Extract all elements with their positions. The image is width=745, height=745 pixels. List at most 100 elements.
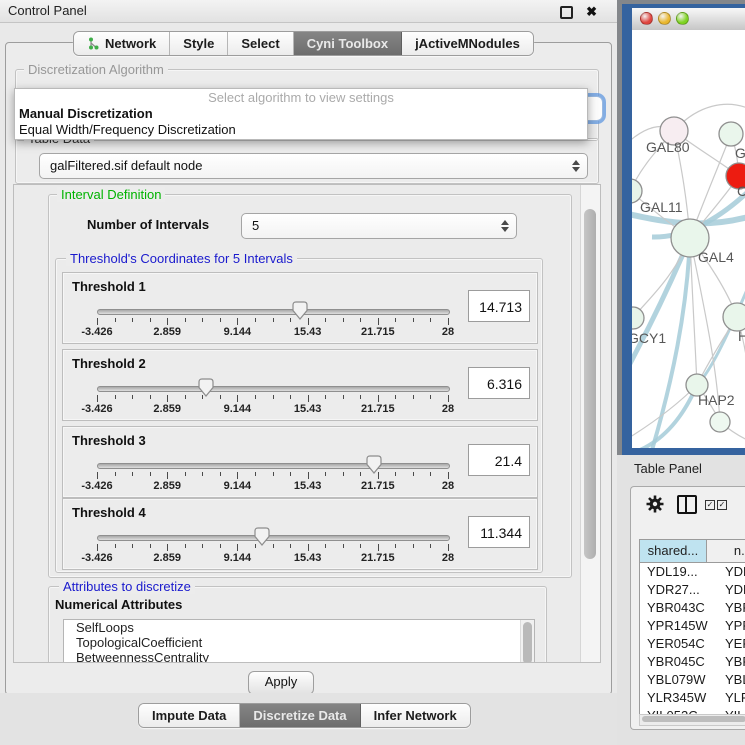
threshold-slider[interactable]: -3.4262.8599.14415.4321.71528 xyxy=(63,350,537,420)
cell-name[interactable]: YPR1 xyxy=(716,617,745,635)
table-row[interactable]: YER054CYER0 xyxy=(640,635,745,653)
tick-label: 15.43 xyxy=(294,326,322,338)
cell-name[interactable]: YDL1 xyxy=(716,563,745,581)
cell-name[interactable]: YBR0 xyxy=(716,653,745,671)
table-row[interactable]: YBR045CYBR0 xyxy=(640,653,745,671)
cell-shared-name[interactable]: YBR045C xyxy=(640,653,716,671)
table-horizontal-scrollbar[interactable] xyxy=(639,714,745,726)
cell-name[interactable]: YDR2 xyxy=(716,581,745,599)
algorithm-prompt-item[interactable]: Select algorithm to view settings xyxy=(15,89,587,106)
checkbox-icon[interactable]: ✓ xyxy=(717,500,727,510)
tab-network[interactable]: Network xyxy=(74,32,170,55)
slider-thumb[interactable] xyxy=(292,301,308,320)
column-header-shared[interactable]: shared... xyxy=(640,540,707,562)
network-node[interactable] xyxy=(719,122,743,146)
float-window-icon[interactable] xyxy=(560,6,573,19)
tab-select[interactable]: Select xyxy=(228,32,293,55)
table-row[interactable]: YLR345WYLR3 xyxy=(640,689,745,707)
discretization-algorithm-group-label: Discretization Algorithm xyxy=(24,62,168,77)
cell-name[interactable]: YBR0 xyxy=(716,599,745,617)
cell-name[interactable]: YBL0 xyxy=(716,671,745,689)
tab-cyni-toolbox[interactable]: Cyni Toolbox xyxy=(294,32,402,55)
tab-impute-data[interactable]: Impute Data xyxy=(139,704,240,727)
table-data-combobox-value: galFiltered.sif default node xyxy=(50,154,202,178)
cell-name[interactable]: YLR3 xyxy=(716,689,745,707)
attributes-list-scrollbar[interactable] xyxy=(520,620,534,663)
table-data-combobox[interactable]: galFiltered.sif default node xyxy=(39,153,588,179)
tick-label: 15.43 xyxy=(294,552,322,564)
algorithm-popup-item[interactable]: Manual Discretization xyxy=(15,106,587,122)
cell-shared-name[interactable]: YBR043C xyxy=(640,599,716,617)
slider-tick-labels: -3.4262.8599.14415.4321.71528 xyxy=(97,326,448,338)
table-row[interactable]: YBR043CYBR0 xyxy=(640,599,745,617)
table-hscrollbar-thumb[interactable] xyxy=(642,716,745,722)
slider-track[interactable] xyxy=(97,386,450,392)
network-node[interactable] xyxy=(632,307,644,329)
apply-button[interactable]: Apply xyxy=(248,671,314,695)
threshold-slider[interactable]: -3.4262.8599.14415.4321.71528 xyxy=(63,499,537,569)
tick-label: 28 xyxy=(442,403,454,415)
settings-gear-icon[interactable] xyxy=(645,494,665,514)
minimize-traffic-light[interactable] xyxy=(658,12,671,25)
slider-thumb[interactable] xyxy=(198,378,214,397)
checkbox-icon[interactable]: ✓ xyxy=(705,500,715,510)
cell-name[interactable]: YER0 xyxy=(716,635,745,653)
network-view-window: GAL80GACGAL11GAL4GCY1HHAP2 xyxy=(622,4,745,455)
network-node[interactable] xyxy=(710,412,730,432)
table-rows: YDL19...YDL1YDR27...YDR2YBR043CYBR0YPR14… xyxy=(640,563,745,715)
threshold-slider[interactable]: -3.4262.8599.14415.4321.71528 xyxy=(63,273,537,343)
numerical-attributes-list[interactable]: SelfLoopsTopologicalCoefficientBetweenne… xyxy=(63,619,535,663)
close-icon[interactable]: ✖ xyxy=(586,2,597,22)
cell-shared-name[interactable]: YDR27... xyxy=(640,581,716,599)
tab-style[interactable]: Style xyxy=(170,32,228,55)
attributes-group: Attributes to discretize Numerical Attri… xyxy=(48,586,547,663)
tab-infer-network[interactable]: Infer Network xyxy=(361,704,470,727)
tick-label: 28 xyxy=(442,480,454,492)
control-panel-tabs: NetworkStyleSelectCyni ToolboxjActiveMNo… xyxy=(73,31,534,56)
tab-discretize-data[interactable]: Discretize Data xyxy=(240,704,360,727)
combobox-stepper-icon xyxy=(500,220,508,232)
network-canvas[interactable]: GAL80GACGAL11GAL4GCY1HHAP2 xyxy=(632,30,745,448)
attribute-list-item[interactable]: BetweennessCentrality xyxy=(64,650,534,663)
cell-shared-name[interactable]: YLR345W xyxy=(640,689,716,707)
slider-thumb[interactable] xyxy=(366,455,382,474)
slider-track[interactable] xyxy=(97,463,450,469)
cell-shared-name[interactable]: YER054C xyxy=(640,635,716,653)
tick-label: 15.43 xyxy=(294,403,322,415)
slider-track[interactable] xyxy=(97,535,450,541)
threshold-panel: Threshold 1 -3.4262.8599.14415.4321.7152… xyxy=(62,272,538,344)
thresholds-group-label: Threshold's Coordinates for 5 Intervals xyxy=(66,251,297,266)
number-of-intervals-combobox[interactable]: 5 xyxy=(241,213,517,239)
close-traffic-light[interactable] xyxy=(640,12,653,25)
threshold-value-field[interactable]: 6.316 xyxy=(468,367,530,399)
zoom-traffic-light[interactable] xyxy=(676,12,689,25)
settings-scrollbar-thumb[interactable] xyxy=(584,209,596,559)
threshold-value-field[interactable]: 14.713 xyxy=(468,290,530,322)
slider-track[interactable] xyxy=(97,309,450,315)
network-node[interactable] xyxy=(723,303,745,331)
attribute-list-item[interactable]: SelfLoops xyxy=(64,620,534,635)
threshold-value-field[interactable]: 21.4 xyxy=(468,444,530,476)
cell-shared-name[interactable]: YBL079W xyxy=(640,671,716,689)
network-edge[interactable] xyxy=(690,238,697,385)
tab-jactivemnodules[interactable]: jActiveMNodules xyxy=(402,32,533,55)
tick-label: 9.144 xyxy=(224,480,252,492)
settings-vertical-scrollbar[interactable] xyxy=(580,185,600,662)
table-row[interactable]: YDL19...YDL1 xyxy=(640,563,745,581)
table-row[interactable]: YBL079WYBL0 xyxy=(640,671,745,689)
threshold-value-field[interactable]: 11.344 xyxy=(468,516,530,548)
threshold-slider[interactable]: -3.4262.8599.14415.4321.71528 xyxy=(63,427,537,497)
attribute-list-item[interactable]: TopologicalCoefficient xyxy=(64,635,534,650)
node-table[interactable]: shared... n... YDL19...YDL1YDR27...YDR2Y… xyxy=(639,539,745,715)
cell-shared-name[interactable]: YPR145W xyxy=(640,617,716,635)
column-header-name[interactable]: n... xyxy=(707,540,745,562)
attributes-list-scrollbar-thumb[interactable] xyxy=(523,622,532,663)
slider-thumb[interactable] xyxy=(254,527,270,546)
algorithm-popup-item[interactable]: Equal Width/Frequency Discretization xyxy=(15,122,587,138)
slider-ticks xyxy=(97,544,448,552)
network-node-label: GAL11 xyxy=(640,199,683,215)
cell-shared-name[interactable]: YDL19... xyxy=(640,563,716,581)
column-visibility-icon[interactable] xyxy=(677,495,697,514)
table-row[interactable]: YDR27...YDR2 xyxy=(640,581,745,599)
table-row[interactable]: YPR145WYPR1 xyxy=(640,617,745,635)
